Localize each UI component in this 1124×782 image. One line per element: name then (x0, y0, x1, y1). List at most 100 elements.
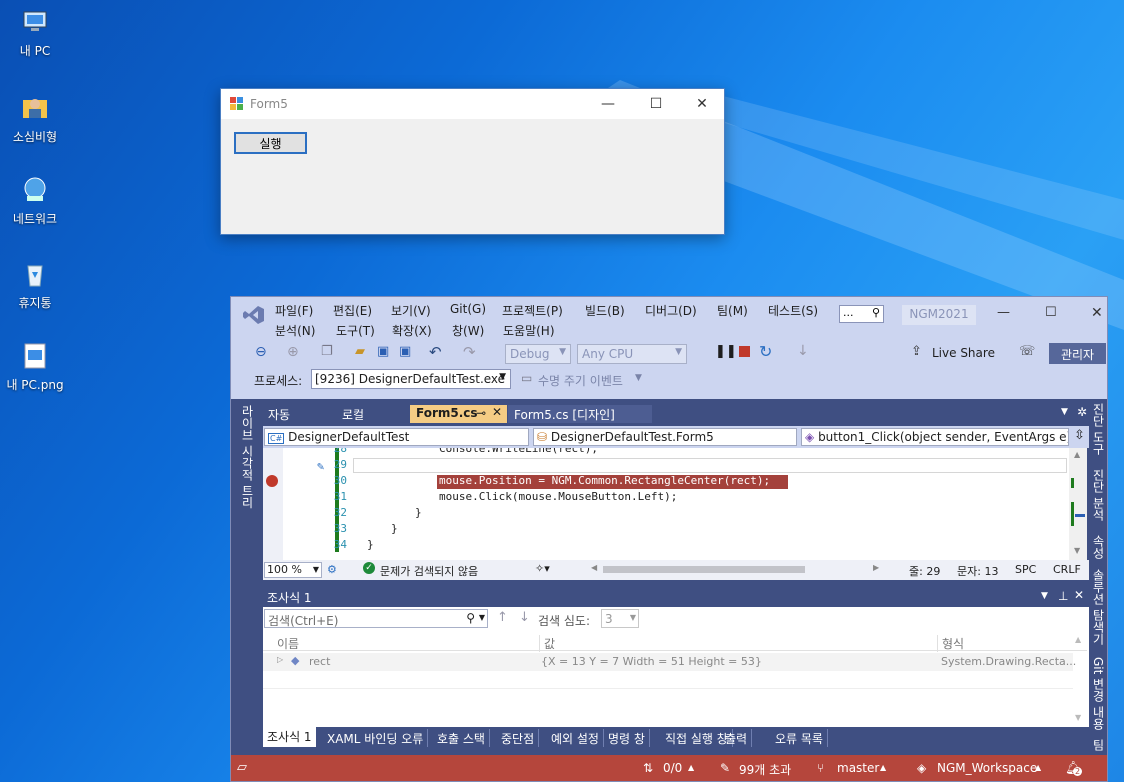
diagnostic-analysis-tab[interactable]: 진단 분석 (1090, 469, 1107, 521)
scroll-up-icon[interactable]: ▲ (1074, 450, 1080, 459)
stop-icon[interactable] (739, 346, 750, 357)
depth-dropdown[interactable]: 3 ▼ (601, 609, 639, 628)
settings-icon[interactable]: ✲ (1077, 405, 1087, 419)
whitespace-indicator[interactable]: SPC (1015, 563, 1036, 576)
forward-icon[interactable]: ⊕ (287, 344, 299, 360)
sync-icon[interactable]: ⇅ (643, 761, 653, 775)
diagnostic-tools-tab[interactable]: 진단 도구 (1090, 403, 1107, 455)
desktop-icon-my-pc[interactable]: 내 PC (0, 6, 70, 59)
back-icon[interactable]: ⊖ (255, 344, 267, 360)
horizontal-scrollbar[interactable]: ◀ ▶ (591, 563, 881, 575)
desktop-icon-network[interactable]: 네트워크 (0, 174, 70, 227)
bottom-tab[interactable]: 호출 스택 (433, 729, 490, 747)
live-visual-tree-tab[interactable]: 라이브 시각적 트리 (239, 405, 256, 509)
search-up-icon[interactable]: ↑ (497, 610, 508, 625)
split-icon[interactable]: ⇳ (1074, 428, 1085, 443)
menu-item[interactable]: 보기(V) (391, 302, 431, 319)
pending-changes[interactable]: 99개 초과 (739, 761, 791, 778)
menu-item[interactable]: 프로젝트(P) (502, 302, 563, 319)
lifecycle-events-dropdown[interactable]: 수명 주기 이벤트 (538, 372, 623, 389)
breakpoint-icon[interactable] (266, 475, 278, 487)
maximize-button[interactable]: ☐ (633, 89, 679, 119)
tab-autos[interactable]: 자동 (262, 405, 335, 423)
properties-tab[interactable]: 속성 (1090, 535, 1107, 559)
code-line[interactable]: mouse.Position = NGM.Common.RectangleCen… (439, 474, 770, 487)
minimize-button[interactable]: — (585, 89, 631, 119)
live-share-button[interactable]: Live Share (932, 346, 995, 360)
scroll-down-icon[interactable]: ▼ (1075, 713, 1081, 722)
close-button[interactable]: ✕ (679, 89, 725, 119)
scroll-right-icon[interactable]: ▶ (873, 563, 879, 572)
menu-item[interactable]: 디버그(D) (645, 302, 697, 319)
desktop-icon-user-folder[interactable]: 소심비형 (0, 92, 70, 145)
watch-row[interactable]: ▷ ◆ rect {X = 13 Y = 7 Width = 51 Height… (263, 653, 1076, 671)
menu-item[interactable]: 도움말(H) (503, 322, 555, 339)
menu-item[interactable]: 팀(M) (717, 302, 748, 319)
open-icon[interactable]: ▰ (355, 344, 365, 359)
bottom-tab[interactable]: 명령 창 (604, 729, 650, 747)
tab-form5-design[interactable]: Form5.cs [디자인] (508, 405, 652, 423)
save-all-icon[interactable]: ▣ (399, 344, 411, 359)
vs-minimize-button[interactable]: — (997, 305, 1010, 320)
close-icon[interactable]: ✕ (492, 405, 502, 419)
zoom-dropdown[interactable]: 100 % ▼ (264, 562, 322, 578)
menu-item[interactable]: 파일(F) (275, 302, 313, 319)
bottom-tab[interactable]: 출력 (721, 729, 753, 747)
code-line[interactable]: mouse.Click(mouse.MouseButton.Left); (439, 490, 677, 503)
search-down-icon[interactable]: ↓ (519, 610, 530, 625)
member-dropdown[interactable]: ◈ button1_Click(object sender, EventArgs… (801, 428, 1069, 446)
team-tab[interactable]: 팀 (1090, 739, 1107, 751)
desktop-icon-recycle-bin[interactable]: 휴지통 (0, 258, 70, 311)
redo-icon[interactable]: ↷ (463, 343, 476, 361)
column-indicator[interactable]: 문자: 13 (957, 563, 998, 579)
scroll-left-icon[interactable]: ◀ (591, 563, 597, 572)
line-ending-indicator[interactable]: CRLF (1053, 563, 1081, 576)
tab-form5-cs[interactable]: Form5.cs ⊸ ✕ (410, 405, 507, 423)
menu-item[interactable]: 도구(T) (336, 322, 375, 339)
code-cleanup-icon[interactable]: ✧▾ (535, 562, 550, 575)
process-dropdown[interactable]: [9236] DesignerDefaultTest.exe ▼ (311, 369, 511, 389)
menu-item[interactable]: Git(G) (450, 302, 486, 316)
tab-locals[interactable]: 로컬 (336, 405, 409, 423)
vs-maximize-button[interactable]: ☐ (1045, 305, 1057, 320)
menu-item[interactable]: 창(W) (452, 322, 484, 339)
code-editor[interactable]: ✎ 28 Console.WriteLine(rect); 29 30 mouse.Po… (263, 448, 1069, 560)
platform-dropdown[interactable]: Any CPU ▼ (577, 344, 687, 364)
config-dropdown[interactable]: Debug ▼ (505, 344, 571, 364)
scroll-down-icon[interactable]: ▼ (1074, 546, 1080, 555)
repo-icon[interactable]: ◈ (917, 761, 926, 775)
sync-count[interactable]: 0/0 (663, 761, 682, 775)
column-type[interactable]: 형식 (937, 635, 964, 652)
vs-close-button[interactable]: ✕ (1091, 305, 1103, 321)
issues-status[interactable]: 문제가 검색되지 않음 (380, 563, 478, 579)
run-button[interactable]: 실행 (234, 132, 307, 154)
feedback-icon[interactable]: ☏ (1019, 344, 1035, 359)
menu-item[interactable]: 빌드(B) (585, 302, 625, 319)
pencil-icon[interactable]: ✎ (720, 761, 730, 775)
code-line[interactable]: Console.WriteLine(rect); (439, 448, 598, 455)
save-icon[interactable]: ▣ (377, 344, 389, 359)
ready-icon[interactable]: ▱ (237, 760, 247, 775)
menu-item[interactable]: 확장(X) (392, 322, 432, 339)
restart-icon[interactable]: ↻ (759, 342, 772, 361)
menu-item[interactable]: 편집(E) (333, 302, 372, 319)
editor-vertical-scrollbar[interactable]: ▲ ▼ (1069, 448, 1087, 560)
expand-icon[interactable]: ▷ (277, 655, 283, 664)
tab-list-icon[interactable]: ▼ (1061, 407, 1068, 417)
scroll-up-icon[interactable]: ▲ (1075, 635, 1081, 644)
repo-name[interactable]: NGM_Workspace (937, 761, 1037, 775)
branch-name[interactable]: master (837, 761, 879, 775)
watch-search-input[interactable]: 검색(Ctrl+E) ⚲ ▼ (264, 609, 488, 628)
pin-icon[interactable]: ⊸ (476, 406, 486, 420)
bottom-tab[interactable]: XAML 바인딩 오류 (323, 729, 429, 747)
code-line[interactable]: } (415, 506, 422, 519)
line-indicator[interactable]: 줄: 29 (909, 563, 940, 579)
scroll-thumb[interactable] (603, 566, 805, 573)
new-item-icon[interactable]: ❐ (321, 344, 333, 359)
bottom-tab[interactable]: 오류 목록 (771, 729, 828, 747)
bottom-tab[interactable]: 중단점 (497, 729, 540, 747)
step-icon[interactable]: ↓ (797, 343, 809, 359)
code-line[interactable]: } (367, 538, 374, 551)
solution-explorer-tab[interactable]: 솔루션 탐색기 (1090, 569, 1107, 645)
git-changes-tab[interactable]: Git 변경 내용 (1090, 657, 1107, 730)
